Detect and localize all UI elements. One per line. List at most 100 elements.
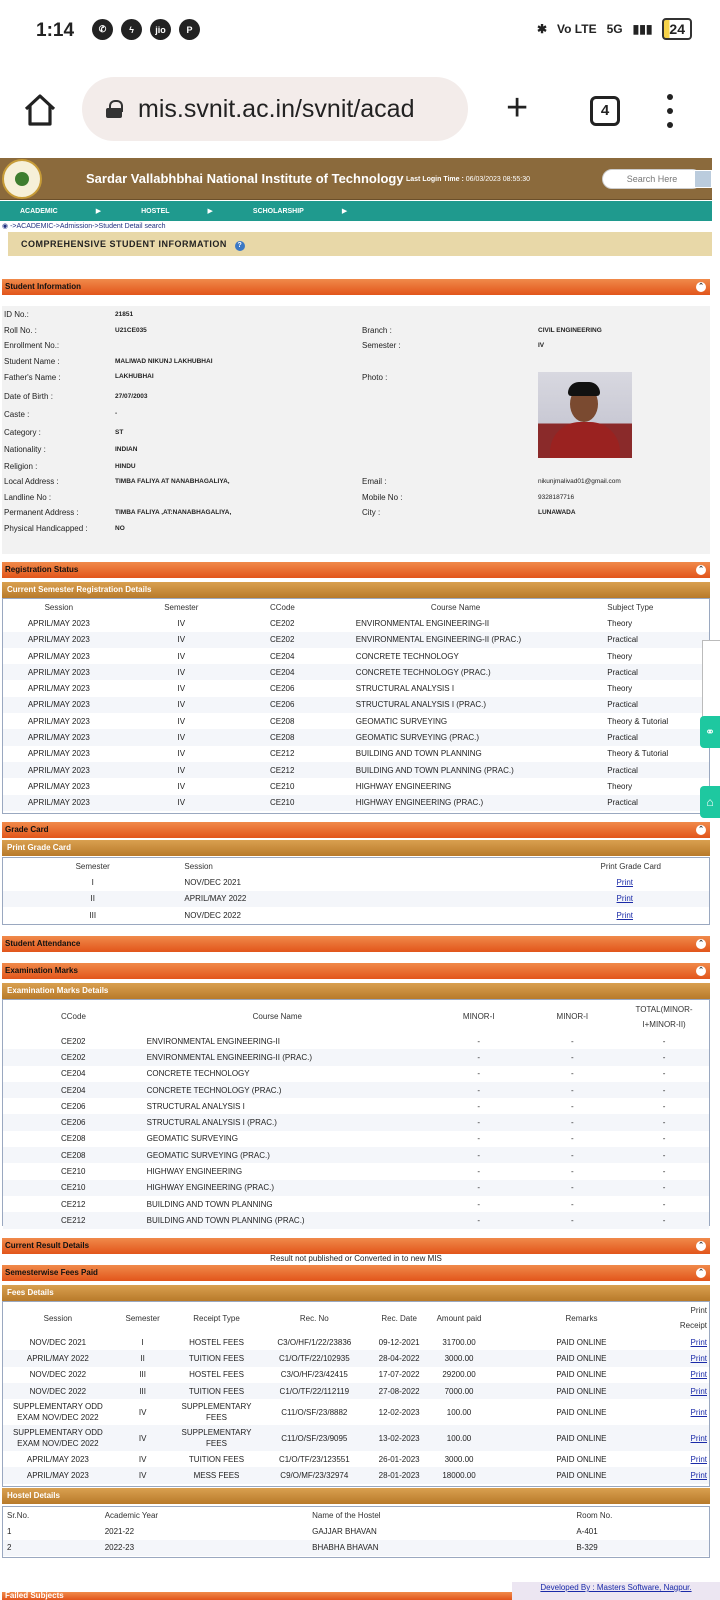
table-row: CE208 GEOMATIC SURVEYING - - - xyxy=(3,1130,709,1148)
more-menu-icon[interactable] xyxy=(666,94,674,128)
collapse-icon[interactable]: ⌃ xyxy=(696,825,706,835)
col-ccode: CCode xyxy=(269,602,295,612)
cell-course-name: BUILDING AND TOWN PLANNING (PRAC.) xyxy=(142,1212,432,1229)
cell-session: APRIL/MAY 2022 xyxy=(3,1350,113,1367)
cell-rec-no: C3/O/HF/1/22/23836 xyxy=(260,1334,369,1351)
collapse-icon[interactable]: ⌃ xyxy=(696,282,706,292)
battery-indicator: 24 xyxy=(662,18,692,40)
print-link[interactable]: Print xyxy=(691,1471,707,1480)
cell-subject-type: Practical xyxy=(593,696,709,714)
cell-amount: 3000.00 xyxy=(430,1451,488,1468)
cell-total: - xyxy=(619,1098,709,1115)
result-message: Result not published or Converted in to … xyxy=(270,1254,442,1263)
value-caste: - xyxy=(115,410,118,417)
current-result-header[interactable]: Current Result Details ⌃ xyxy=(2,1238,710,1254)
cell-subject-type: Theory & Tutorial xyxy=(593,745,709,762)
cell-remarks: PAID ONLINE xyxy=(487,1451,675,1468)
print-link[interactable]: Print xyxy=(691,1434,707,1443)
cell-ccode: CE208 xyxy=(247,713,318,730)
print-link[interactable]: Print xyxy=(691,1455,707,1464)
print-link[interactable]: Print xyxy=(691,1370,707,1379)
print-link[interactable]: Print xyxy=(617,911,633,920)
cell-ccode: CE212 xyxy=(3,1212,143,1229)
student-info-header[interactable]: Student Information ⌃ xyxy=(2,279,710,295)
link-icon[interactable]: ⚭ xyxy=(700,716,720,748)
collapse-icon[interactable]: ⌃ xyxy=(696,966,706,976)
cell-remarks: PAID ONLINE xyxy=(487,1467,675,1484)
cell-subject-type: Practical xyxy=(593,664,709,681)
grade-card-header[interactable]: Grade Card ⌃ xyxy=(2,822,710,838)
collapse-icon[interactable]: ⌃ xyxy=(696,1268,706,1278)
menu-hostel[interactable]: HOSTEL xyxy=(141,208,169,215)
col-receipt-type: Receipt Type xyxy=(193,1313,240,1323)
cell-course-name: STRUCTURAL ANALYSIS I xyxy=(317,680,594,697)
home-icon[interactable] xyxy=(22,92,58,128)
table-row: SUPPLEMENTARY ODD EXAM NOV/DEC 2022 IV SUP… xyxy=(3,1399,709,1426)
cart-icon[interactable]: ⌂ xyxy=(700,786,720,818)
cell-minor-1: - xyxy=(431,1212,526,1229)
fees-header[interactable]: Semesterwise Fees Paid ⌃ xyxy=(2,1265,710,1281)
col-minor-1b: MINOR-I xyxy=(556,1012,589,1021)
cell-minor-1: - xyxy=(431,1098,526,1115)
cell-hostel-name: BHABHA BHAVAN xyxy=(310,1539,575,1556)
cell-course-name: HIGHWAY ENGINEERING (PRAC.) xyxy=(317,794,594,811)
help-icon[interactable]: ? xyxy=(234,241,245,251)
cell-semester: II xyxy=(112,1350,173,1367)
table-row: APRIL/MAY 2023 IV CE210 HIGHWAY ENGINEERING… xyxy=(3,778,709,795)
tab-switcher-button[interactable]: 4 xyxy=(590,96,620,126)
collapse-icon[interactable]: ⌃ xyxy=(696,1241,706,1251)
cell-minor-1: - xyxy=(431,1081,526,1099)
cell-ccode: CE204 xyxy=(3,1081,143,1099)
exam-marks-header[interactable]: Examination Marks ⌃ xyxy=(2,963,710,979)
attendance-header[interactable]: Student Attendance ⌃ xyxy=(2,936,710,952)
grade-card-table-box: Semester Session Print Grade Card I NOV/D… xyxy=(2,857,710,925)
cell-subject-type: Practical xyxy=(593,794,709,811)
cell-subject-type: Theory xyxy=(593,615,709,632)
print-link[interactable]: Print xyxy=(691,1354,707,1363)
failed-subjects-header[interactable]: Failed Subjects xyxy=(2,1592,512,1600)
lock-icon xyxy=(106,100,123,118)
home-globe-icon[interactable]: ◉ xyxy=(2,223,8,230)
cell-amount: 3000.00 xyxy=(430,1350,488,1367)
search-input[interactable]: Search Here xyxy=(602,169,702,189)
cell-semester: IV xyxy=(114,713,248,730)
print-link[interactable]: Print xyxy=(691,1408,707,1417)
cell-print: Print xyxy=(674,1382,709,1400)
cell-semester: IV xyxy=(114,647,248,665)
cell-ccode: CE206 xyxy=(3,1098,143,1115)
new-tab-button[interactable]: + xyxy=(506,89,528,127)
collapse-icon[interactable]: ⌃ xyxy=(696,565,706,575)
label-local-address: Local Address : xyxy=(4,477,59,486)
cell-print: Print xyxy=(674,1366,709,1383)
print-link[interactable]: Print xyxy=(617,894,633,903)
clock: 1:14 xyxy=(36,20,75,41)
print-link[interactable]: Print xyxy=(617,878,633,887)
menu-scholarship[interactable]: SCHOLARSHIP xyxy=(253,208,304,215)
cell-ccode: CE212 xyxy=(247,745,318,762)
cell-session: APRIL/MAY 2023 xyxy=(3,615,115,632)
cell-session: APRIL/MAY 2023 xyxy=(3,696,115,714)
cell-rec-no: C3/O/HF/23/42415 xyxy=(260,1366,369,1383)
print-link[interactable]: Print xyxy=(691,1338,707,1347)
label-handicapped: Physical Handicapped : xyxy=(4,524,88,533)
cell-receipt-type: SUPPLEMENTARY FEES xyxy=(172,1399,261,1426)
cell-session: APRIL/MAY 2023 xyxy=(3,680,115,697)
col-print-receipt: Print Receipt xyxy=(679,1306,707,1330)
registration-header[interactable]: Registration Status ⌃ xyxy=(2,562,710,578)
print-link[interactable]: Print xyxy=(691,1387,707,1396)
cell-semester: IV xyxy=(114,664,248,681)
cell-rec-date: 28-04-2022 xyxy=(368,1350,431,1367)
cell-amount: 100.00 xyxy=(430,1399,488,1426)
address-bar[interactable]: mis.svnit.ac.in/svnit/acad xyxy=(82,77,468,141)
col-room-no: Room No. xyxy=(576,1510,613,1520)
collapse-icon[interactable]: ⌃ xyxy=(696,939,706,949)
cell-minor-1b: - xyxy=(525,1195,620,1213)
exam-marks-table-box: CCode Course Name MINOR-I MINOR-I TOTAL(… xyxy=(2,999,710,1229)
side-widget-tab[interactable]: ◐ sheets xyxy=(702,640,720,722)
cell-session: NOV/DEC 2021 xyxy=(182,874,442,891)
table-row: III NOV/DEC 2022 Print xyxy=(3,906,709,924)
developer-credit-link[interactable]: Developed By : Masters Software, Nagpur. xyxy=(512,1582,720,1600)
avatar[interactable] xyxy=(694,170,712,188)
menu-academic[interactable]: ACADEMIC xyxy=(20,208,58,215)
cell-amount: 7000.00 xyxy=(430,1382,488,1400)
